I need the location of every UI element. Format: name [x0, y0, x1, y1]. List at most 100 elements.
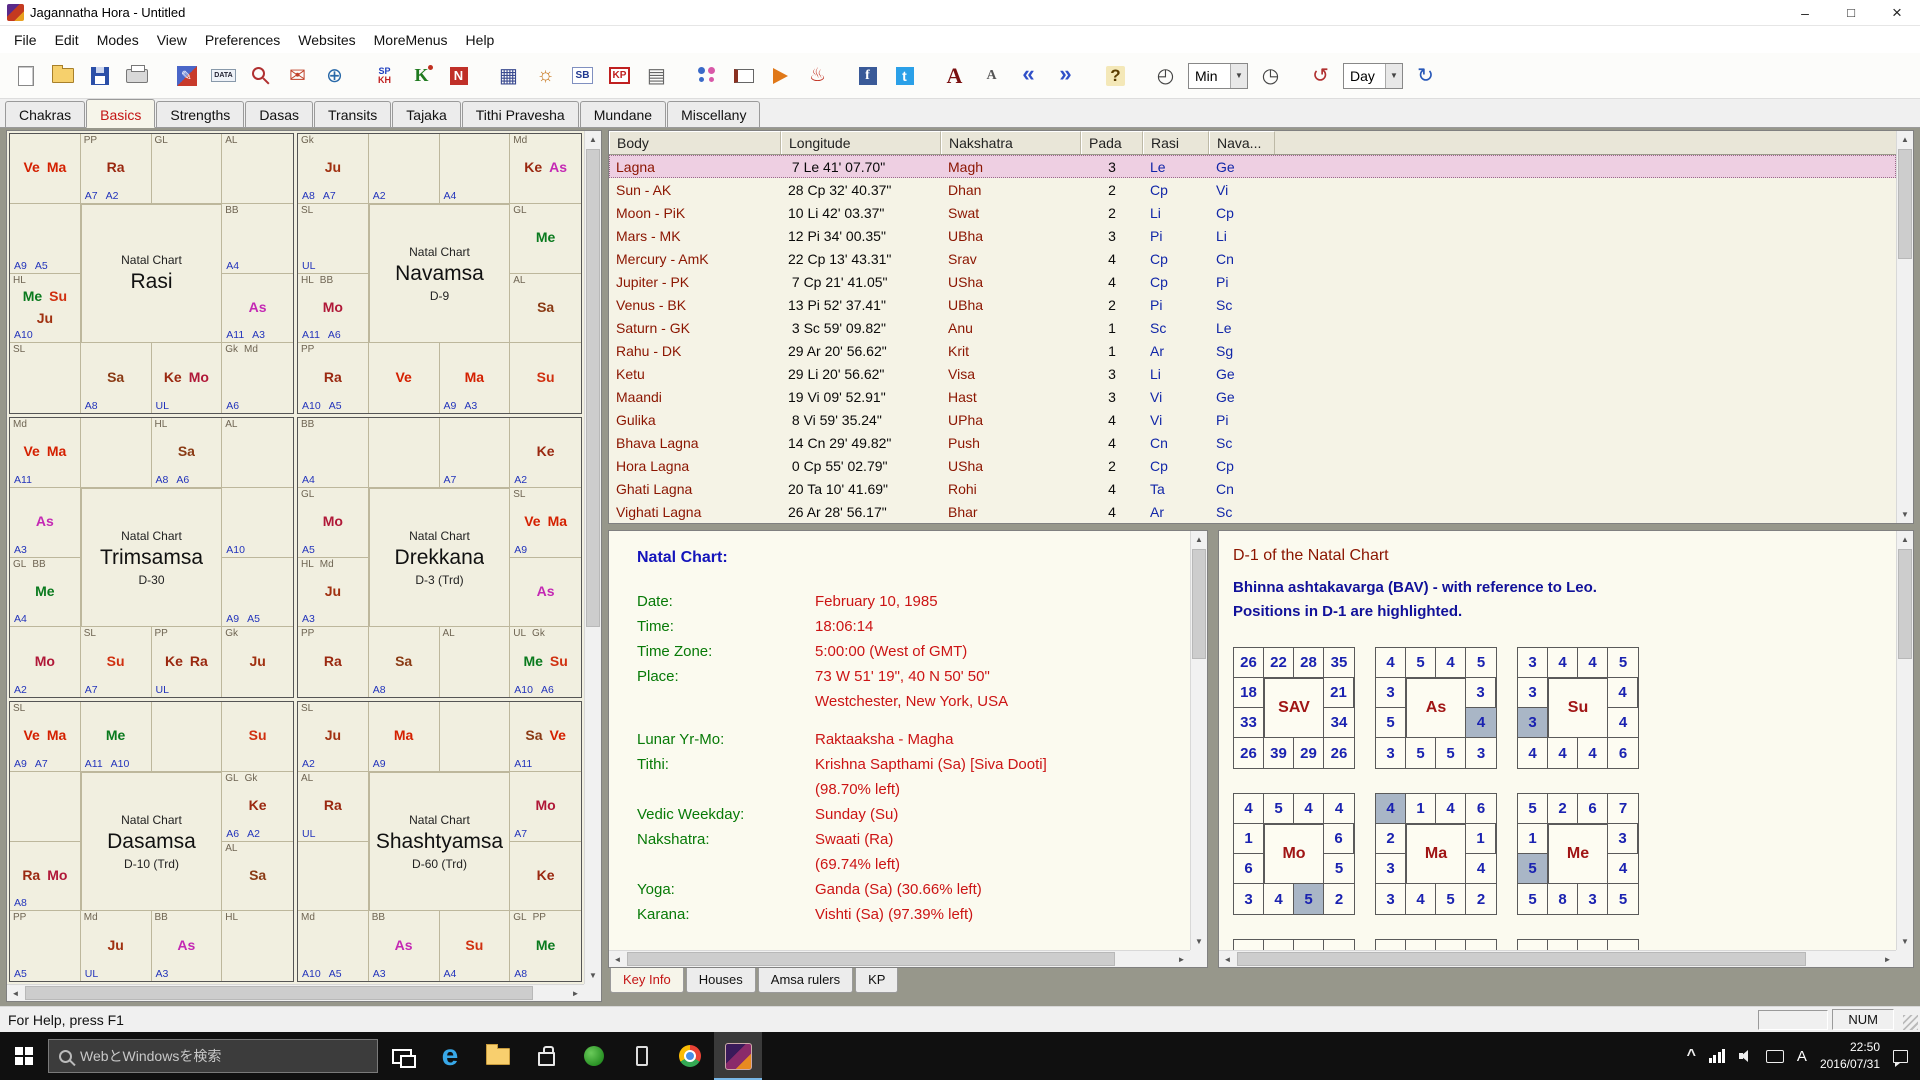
scroll-up-button[interactable]: ▲ — [1191, 531, 1207, 548]
help-button[interactable]: ? — [1098, 57, 1133, 95]
tab-kp[interactable]: KP — [855, 968, 898, 993]
scrollbar-thumb[interactable] — [586, 149, 600, 627]
next-chart-button[interactable]: » — [1048, 57, 1083, 95]
chevron-down-icon[interactable]: ▼ — [1385, 64, 1402, 88]
chevron-down-icon[interactable]: ▼ — [1230, 64, 1247, 88]
scroll-right-button[interactable]: ► — [1173, 951, 1190, 967]
world-clock-button[interactable] — [317, 57, 352, 95]
tables-window-button[interactable] — [639, 57, 674, 95]
table-row[interactable]: Sun - AK28 Cp 32' 40.37"Dhan2CpVi — [609, 178, 1896, 201]
scrollbar-thumb[interactable] — [627, 952, 1115, 966]
taskbar-search[interactable] — [48, 1039, 378, 1073]
previous-chart-button[interactable]: « — [1011, 57, 1046, 95]
chart-shashtyamsa[interactable]: SLJuA2MaA9SaVeA11ALRaULMoA7KeMdA10A5BBAs… — [297, 701, 582, 982]
column-header-rasi[interactable]: Rasi — [1143, 131, 1209, 154]
scroll-left-button[interactable]: ◄ — [7, 985, 24, 1001]
font-increase-button[interactable]: A — [937, 57, 972, 95]
close-button[interactable] — [1874, 0, 1920, 25]
maximize-button[interactable] — [1828, 0, 1874, 25]
column-header-pada[interactable]: Pada — [1081, 131, 1143, 154]
chart-trimsamsa[interactable]: MdVeMaA11HLSaA8A6ALAsA3A10GLBBMeA4A9A5Mo… — [9, 417, 294, 698]
database-button[interactable]: DATA — [206, 57, 241, 95]
bav-hscroll[interactable]: ◄► — [1219, 950, 1896, 967]
tab-miscellany[interactable]: Miscellany — [667, 101, 760, 127]
resize-grip[interactable] — [1903, 1015, 1918, 1030]
table-row[interactable]: Jupiter - PK 7 Cp 21' 41.05"USha4CpPi — [609, 270, 1896, 293]
notes-button[interactable]: N — [441, 57, 476, 95]
scroll-down-button[interactable]: ▼ — [1897, 506, 1913, 523]
tab-transits[interactable]: Transits — [314, 101, 391, 127]
ime-indicator[interactable]: A — [1797, 1048, 1807, 1065]
scroll-left-button[interactable]: ◄ — [609, 951, 626, 967]
chart-rasi[interactable]: VeMaPPRaA7A2GLALA9A5BBA4HLMeSuJuA10AsA11… — [9, 133, 294, 414]
menu-view[interactable]: View — [148, 28, 196, 52]
table-row[interactable]: Hora Lagna 0 Cp 55' 02.79"USha2CpCp — [609, 454, 1896, 477]
chart-dasamsa[interactable]: SLVeMaA9A7MeA11A10SuGLGkKeA6A2RaMoA8ALSa… — [9, 701, 294, 982]
search-input[interactable] — [78, 1047, 377, 1065]
taskbar-clock[interactable]: 22:50 2016/07/31 — [1820, 1039, 1880, 1073]
task-view-button[interactable] — [378, 1032, 426, 1080]
phone-button[interactable] — [618, 1032, 666, 1080]
column-header-nava[interactable]: Nava... — [1209, 131, 1275, 154]
tab-tithi-pravesha[interactable]: Tithi Pravesha — [462, 101, 579, 127]
column-header-body[interactable]: Body — [609, 131, 781, 154]
special-points-button[interactable] — [528, 57, 563, 95]
scroll-down-button[interactable]: ▼ — [585, 967, 601, 984]
table-row[interactable]: Ketu29 Li 20' 56.62"Visa3LiGe — [609, 362, 1896, 385]
print-button[interactable] — [119, 57, 154, 95]
table-row[interactable]: Vighati Lagna26 Ar 28' 56.17"Bhar4ArSc — [609, 500, 1896, 523]
tab-strengths[interactable]: Strengths — [156, 101, 244, 127]
tab-chakras[interactable]: Chakras — [5, 101, 85, 127]
tab-key-info[interactable]: Key Info — [610, 968, 684, 993]
kundali-button[interactable]: K — [404, 57, 439, 95]
scroll-left-button[interactable]: ◄ — [1219, 951, 1236, 967]
table-row[interactable]: Ghati Lagna20 Ta 10' 41.69"Rohi4TaCn — [609, 477, 1896, 500]
tab-tajaka[interactable]: Tajaka — [392, 101, 460, 127]
table-row[interactable]: Gulika 8 Vi 59' 35.24"UPha4ViPi — [609, 408, 1896, 431]
menu-websites[interactable]: Websites — [289, 28, 364, 52]
menu-moremenus[interactable]: MoreMenus — [365, 28, 457, 52]
menu-file[interactable]: File — [5, 28, 46, 52]
bav-vscroll[interactable]: ▲▼ — [1896, 531, 1913, 950]
edit-birth-data-button[interactable] — [169, 57, 204, 95]
edge-button[interactable] — [426, 1032, 474, 1080]
tab-houses[interactable]: Houses — [686, 968, 756, 993]
current-time-button[interactable] — [1253, 57, 1288, 95]
compatibility-button[interactable] — [689, 57, 724, 95]
touch-keyboard-icon[interactable] — [1766, 1050, 1784, 1063]
kp-chart-button[interactable]: KP — [602, 57, 637, 95]
xbox-button[interactable] — [570, 1032, 618, 1080]
chart-window-button[interactable] — [491, 57, 526, 95]
time-unit-dropdown[interactable]: Min▼ — [1188, 63, 1248, 89]
scroll-down-button[interactable]: ▼ — [1897, 933, 1913, 950]
charts-hscroll[interactable]: ◄► — [7, 984, 584, 1001]
scrollbar-thumb[interactable] — [1192, 549, 1206, 659]
table-row[interactable]: Mercury - AmK22 Cp 13' 43.31"Srav4CpCn — [609, 247, 1896, 270]
tab-amsa-rulers[interactable]: Amsa rulers — [758, 968, 853, 993]
step-back-time-button[interactable] — [1303, 57, 1338, 95]
date-unit-dropdown[interactable]: Day▼ — [1343, 63, 1403, 89]
chart-drekkana[interactable]: BBA4A7KeA2GLMoA5SLVeMaA9HLMdJuA3AsPPRaSa… — [297, 417, 582, 698]
scroll-up-button[interactable]: ▲ — [1897, 131, 1913, 148]
tab-dasas[interactable]: Dasas — [245, 101, 313, 127]
file-explorer-button[interactable] — [474, 1032, 522, 1080]
scrollbar-thumb[interactable] — [1237, 952, 1806, 966]
menu-help[interactable]: Help — [457, 28, 504, 52]
scroll-right-button[interactable]: ► — [567, 985, 584, 1001]
email-chart-button[interactable] — [280, 57, 315, 95]
menu-preferences[interactable]: Preferences — [196, 28, 289, 52]
network-icon[interactable] — [1709, 1049, 1726, 1063]
tab-mundane[interactable]: Mundane — [580, 101, 666, 127]
twitter-button[interactable]: t — [887, 57, 922, 95]
sarvatobhadra-button[interactable]: SB — [565, 57, 600, 95]
tab-basics[interactable]: Basics — [86, 99, 155, 128]
scroll-right-button[interactable]: ► — [1879, 951, 1896, 967]
open-file-button[interactable] — [45, 57, 80, 95]
remedies-button[interactable] — [800, 57, 835, 95]
scrollbar-thumb[interactable] — [1898, 549, 1912, 659]
font-decrease-button[interactable]: A — [974, 57, 1009, 95]
volume-icon[interactable] — [1739, 1049, 1753, 1063]
scroll-up-button[interactable]: ▲ — [585, 131, 601, 148]
table-row[interactable]: Venus - BK13 Pi 52' 37.41"UBha2PiSc — [609, 293, 1896, 316]
transit-person-button[interactable] — [1148, 57, 1183, 95]
